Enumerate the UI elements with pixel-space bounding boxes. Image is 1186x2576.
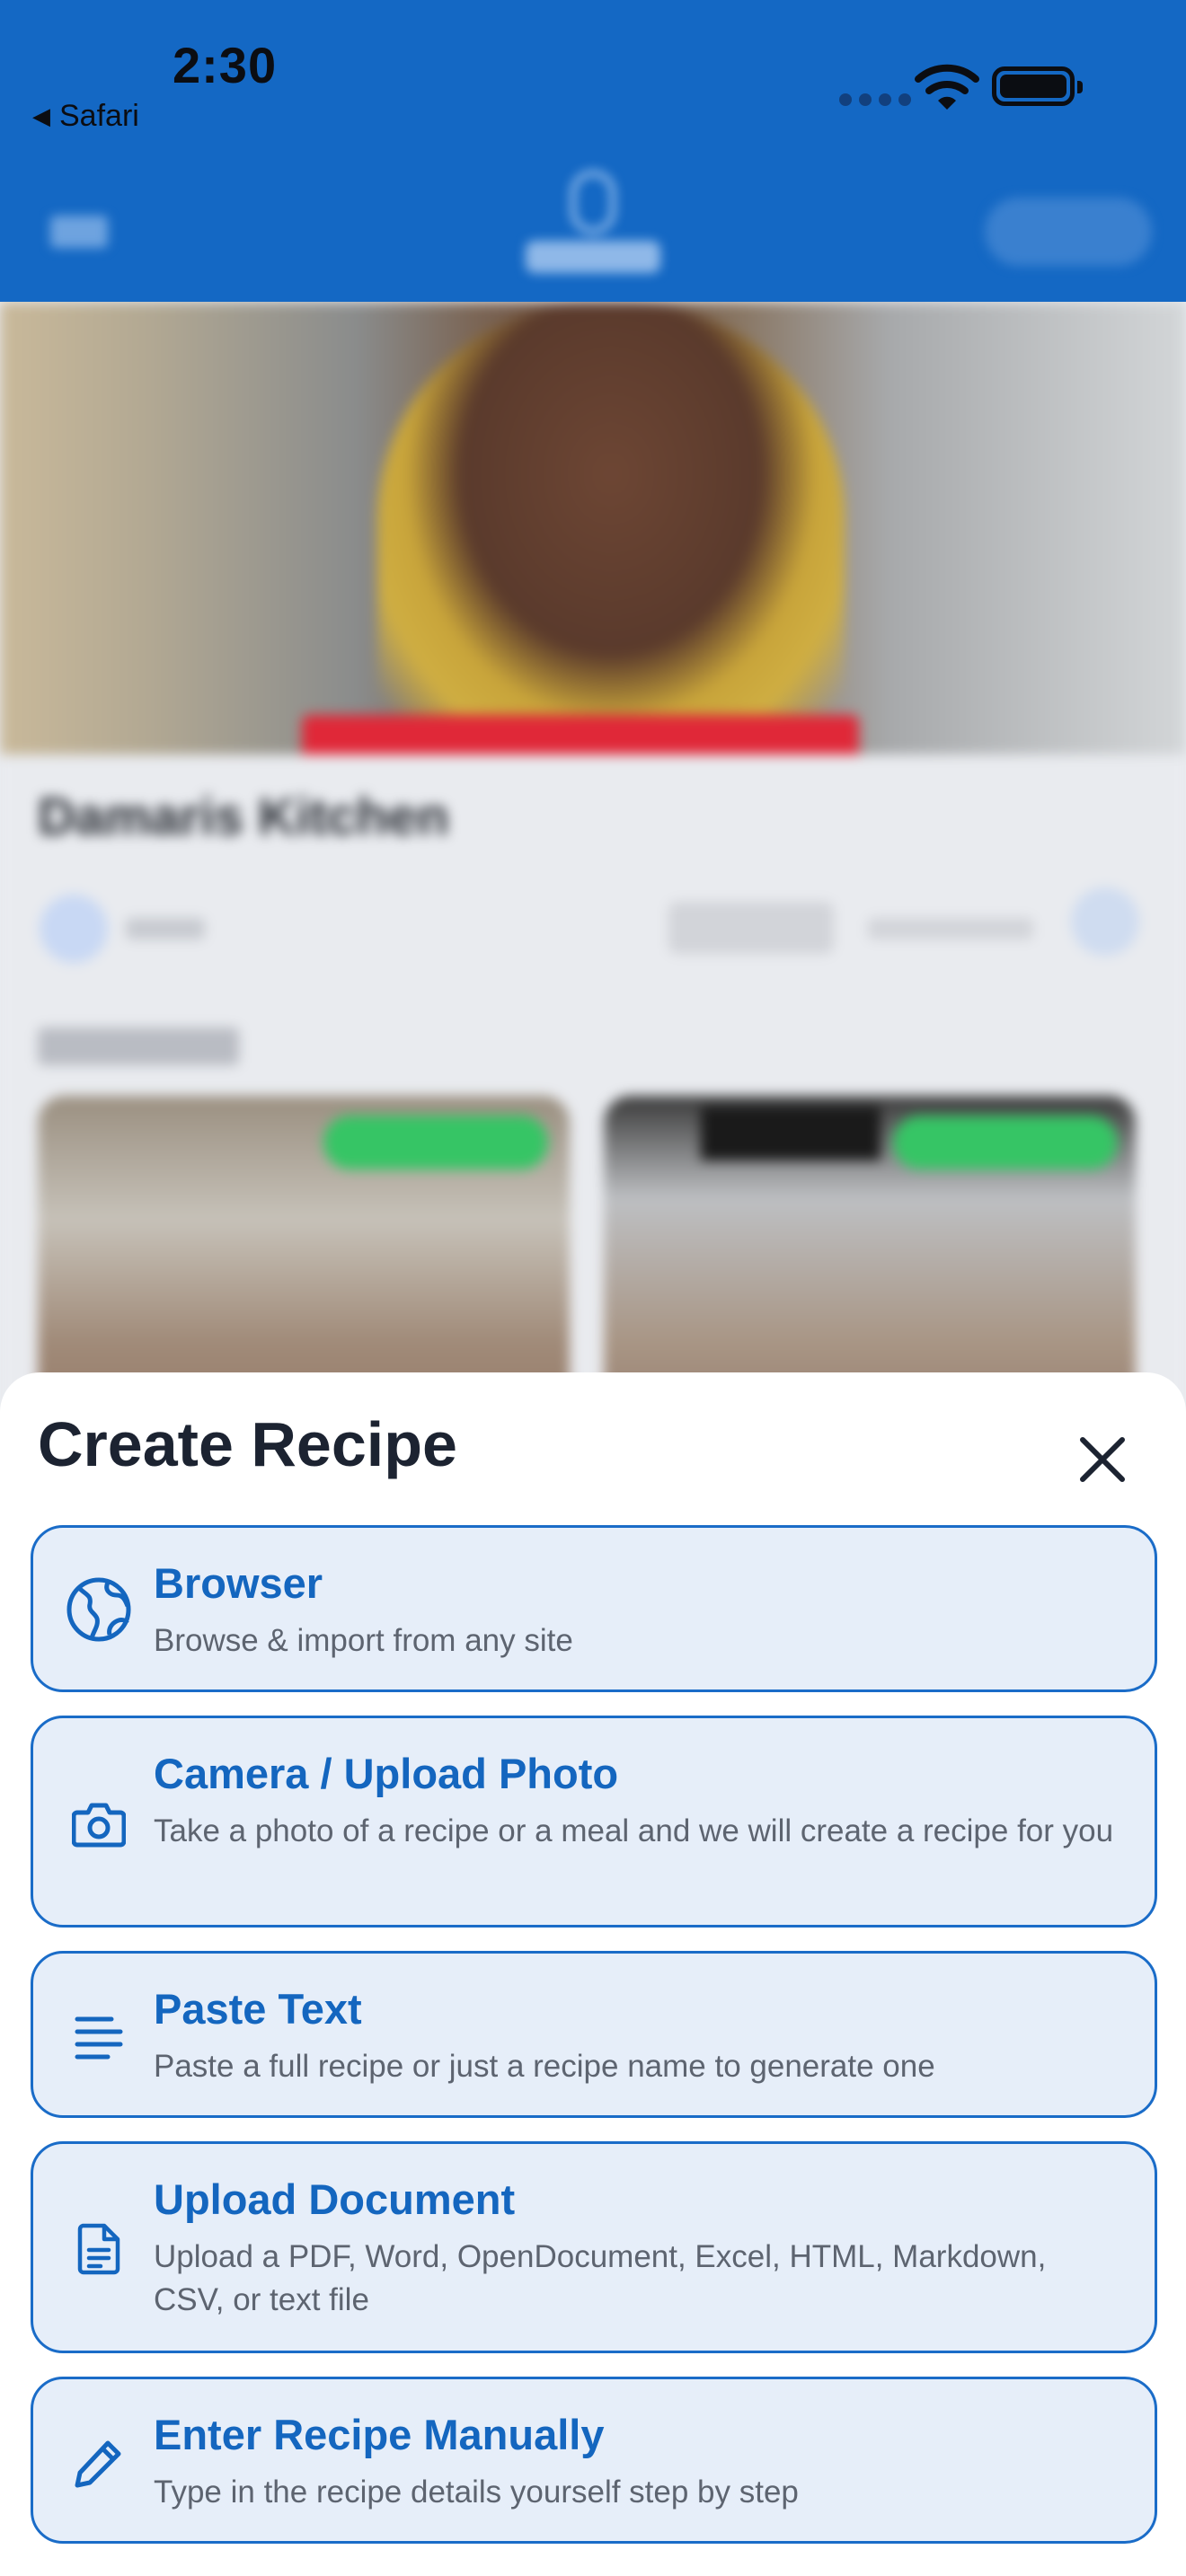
wifi-icon <box>915 64 979 110</box>
option-title: Browser <box>154 1559 323 1607</box>
channel-title: Damaris Kitchen <box>38 788 449 846</box>
following-button-placeholder <box>668 902 834 954</box>
app-screen: Damaris Kitchen 2:30 ◀ Safari Create Rec… <box>0 0 1186 2576</box>
enter-manually-option[interactable]: Enter Recipe Manually Type in the recipe… <box>31 2377 1157 2544</box>
followers-count-placeholder <box>868 918 1033 940</box>
option-description: Paste a full recipe or just a recipe nam… <box>154 2049 935 2084</box>
recipes-count-placeholder <box>38 1028 239 1065</box>
channel-meta-placeholder <box>126 918 205 940</box>
globe-icon <box>57 1567 141 1652</box>
pencil-icon <box>57 2421 141 2505</box>
pro-badge-placeholder <box>985 198 1152 266</box>
channel-avatar <box>40 895 108 963</box>
close-icon <box>1080 1437 1125 1482</box>
close-button[interactable] <box>1060 1417 1145 1502</box>
import-badge-placeholder <box>893 1116 1118 1169</box>
header-left-placeholder <box>50 216 108 248</box>
upload-document-option[interactable]: Upload Document Upload a PDF, Word, Open… <box>31 2141 1157 2353</box>
sheet-title: Create Recipe <box>38 1409 457 1479</box>
import-badge-placeholder <box>323 1116 548 1169</box>
battery-icon <box>992 66 1083 106</box>
camera-icon <box>57 1781 141 1866</box>
hero-person-image <box>377 302 845 754</box>
option-title: Upload Document <box>154 2175 516 2223</box>
option-description: Browse & import from any site <box>154 1623 573 1658</box>
app-logo <box>523 171 663 296</box>
option-title: Camera / Upload Photo <box>154 1750 619 1797</box>
paste-text-option[interactable]: Paste Text Paste a full recipe or just a… <box>31 1951 1157 2118</box>
top-header: 2:30 ◀ Safari <box>0 0 1186 302</box>
option-title: Enter Recipe Manually <box>154 2411 605 2458</box>
option-description: Take a photo of a recipe or a meal and w… <box>154 1813 1114 1848</box>
status-time: 2:30 <box>173 37 278 93</box>
triangle-left-icon: ◀ <box>32 102 50 129</box>
create-recipe-sheet: Create Recipe Browser Browse & import fr… <box>0 1372 1186 2576</box>
browser-option[interactable]: Browser Browse & import from any site <box>31 1525 1157 1692</box>
back-app-label: Safari <box>59 99 139 133</box>
option-title: Paste Text <box>154 1985 362 2033</box>
card-caption-placeholder <box>701 1107 881 1160</box>
hero-red-banner <box>302 715 859 754</box>
text-lines-icon <box>57 1995 141 2079</box>
back-to-safari-link[interactable]: ◀ Safari <box>32 99 139 134</box>
cellular-signal-icon <box>839 93 911 106</box>
option-description: Type in the recipe details yourself step… <box>154 2475 799 2510</box>
camera-upload-option[interactable]: Camera / Upload Photo Take a photo of a … <box>31 1716 1157 1928</box>
share-icon <box>1071 887 1139 956</box>
document-icon <box>57 2207 141 2291</box>
option-description: Upload a PDF, Word, OpenDocument, Excel,… <box>154 2239 1047 2317</box>
